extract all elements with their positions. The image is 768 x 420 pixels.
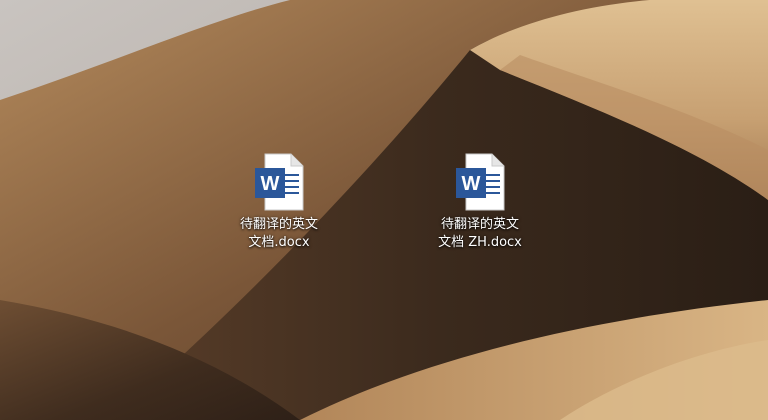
word-document-icon: W bbox=[255, 153, 304, 211]
desktop-file-icon-2[interactable]: W 待翻译的英文 文档 ZH.docx bbox=[425, 152, 535, 252]
file-name-line-2: 文档.docx bbox=[248, 235, 310, 250]
file-name-line-1: 待翻译的英文 bbox=[239, 217, 318, 232]
file-name-line-1: 待翻译的英文 bbox=[440, 217, 519, 232]
word-badge-letter: W bbox=[261, 173, 280, 195]
desert-dunes-wallpaper bbox=[0, 0, 768, 420]
file-name-label: 待翻译的英文 文档 ZH.docx bbox=[425, 216, 535, 252]
desktop-file-icon-1[interactable]: W 待翻译的英文 文档.docx bbox=[224, 152, 334, 252]
file-name-line-2: 文档 ZH.docx bbox=[438, 235, 522, 250]
desktop[interactable]: W 待翻译的英文 文档.docx W 待翻译的英文 文档 ZH.docx bbox=[0, 0, 768, 420]
word-document-icon: W bbox=[456, 153, 505, 211]
file-name-label: 待翻译的英文 文档.docx bbox=[224, 216, 334, 252]
word-badge-letter: W bbox=[462, 173, 481, 195]
